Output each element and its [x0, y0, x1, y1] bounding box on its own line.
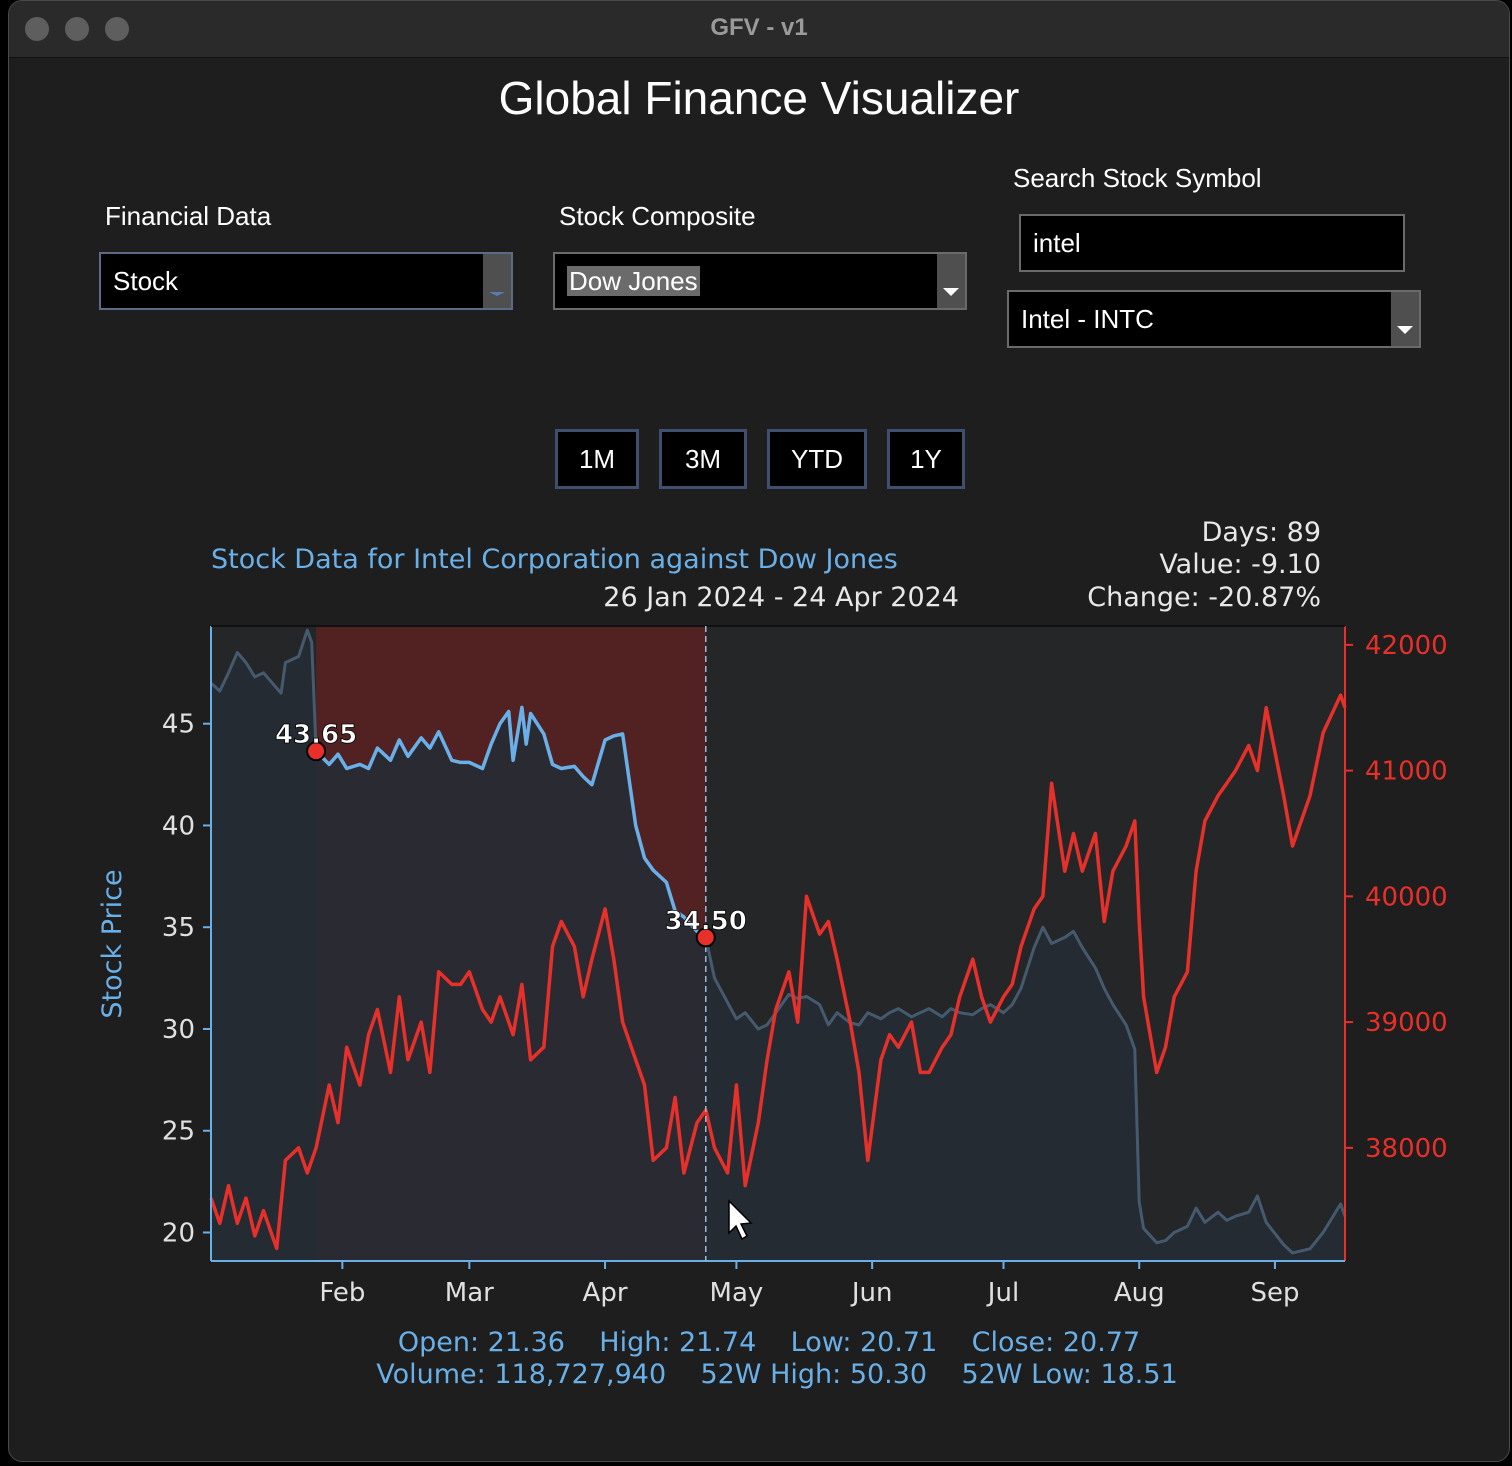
x-tick-label: Jun: [850, 1278, 893, 1308]
y-left-tick-label: 45: [162, 710, 195, 740]
search-result-dropdown-button[interactable]: [1391, 292, 1419, 346]
y-right-tick-label: 40000: [1365, 882, 1448, 912]
x-tick-label: May: [710, 1278, 764, 1308]
footer-line-1: Open: 21.36 High: 21.74 Low: 20.71 Close…: [398, 1327, 1140, 1358]
stock-composite-dropdown-button[interactable]: [937, 254, 965, 308]
stat-change: Change: -20.87%: [1087, 582, 1321, 613]
stat-days: Days: 89: [1202, 517, 1321, 548]
stock-composite-selected-text: Dow Jones: [567, 266, 700, 296]
search-result-select[interactable]: Intel - INTC: [1007, 290, 1421, 348]
x-tick-label: Jul: [986, 1278, 1019, 1308]
y-left-tick-label: 20: [162, 1219, 195, 1249]
x-tick-label: Feb: [319, 1278, 365, 1308]
stock-composite-value: Dow Jones: [567, 254, 700, 308]
footer-line-2: Volume: 118,727,940 52W High: 50.30 52W …: [376, 1359, 1178, 1390]
chevron-down-icon: [489, 292, 505, 296]
chevron-down-icon: [943, 288, 959, 296]
financial-data-label: Financial Data: [105, 201, 272, 231]
y-right-tick-label: 38000: [1365, 1134, 1448, 1164]
stat-value: Value: -9.10: [1159, 549, 1321, 580]
search-result-value: Intel - INTC: [1021, 304, 1154, 334]
y-left-tick-label: 25: [162, 1117, 195, 1147]
app-window: GFV - v1 Global Finance Visualizer Finan…: [8, 0, 1510, 1462]
y-left-tick-label: 40: [162, 811, 195, 841]
financial-data-dropdown-button[interactable]: [483, 254, 511, 308]
title-bar: GFV - v1: [9, 1, 1509, 58]
range-ytd-button[interactable]: YTD: [767, 429, 867, 489]
financial-data-value: Stock: [113, 266, 179, 296]
stock-chart[interactable]: Stock Data for Intel Corporation against…: [9, 501, 1509, 1401]
chevron-down-icon: [1397, 326, 1413, 334]
search-symbol-label: Search Stock Symbol: [1013, 163, 1262, 193]
range-3m-button[interactable]: 3M: [659, 429, 747, 489]
x-tick-label: Sep: [1250, 1278, 1299, 1308]
app-title: Global Finance Visualizer: [498, 72, 1020, 124]
range-1m-button[interactable]: 1M: [555, 429, 639, 489]
x-tick-label: Mar: [445, 1278, 494, 1308]
selection-end-label: 34.50: [665, 906, 747, 936]
chart-title: Stock Data for Intel Corporation against…: [211, 544, 898, 575]
chart-date-range: 26 Jan 2024 - 24 Apr 2024: [603, 582, 959, 613]
y-right-tick-label: 42000: [1365, 631, 1448, 661]
stock-composite-select[interactable]: Dow Jones: [553, 252, 967, 310]
financial-data-select[interactable]: Stock: [99, 252, 513, 310]
window-title: GFV - v1: [710, 14, 808, 41]
x-tick-label: Apr: [583, 1278, 628, 1308]
range-1y-button[interactable]: 1Y: [887, 429, 965, 489]
search-input[interactable]: intel: [1019, 214, 1405, 272]
y-axis-left-label: Stock Price: [97, 869, 128, 1018]
y-right-tick-label: 41000: [1365, 757, 1448, 787]
selection-start-label: 43.65: [275, 720, 357, 750]
y-left-tick-label: 35: [162, 913, 195, 943]
stock-composite-label: Stock Composite: [559, 201, 756, 231]
y-left-tick-label: 30: [162, 1015, 195, 1045]
y-right-tick-label: 39000: [1365, 1008, 1448, 1038]
x-tick-label: Aug: [1114, 1278, 1165, 1308]
